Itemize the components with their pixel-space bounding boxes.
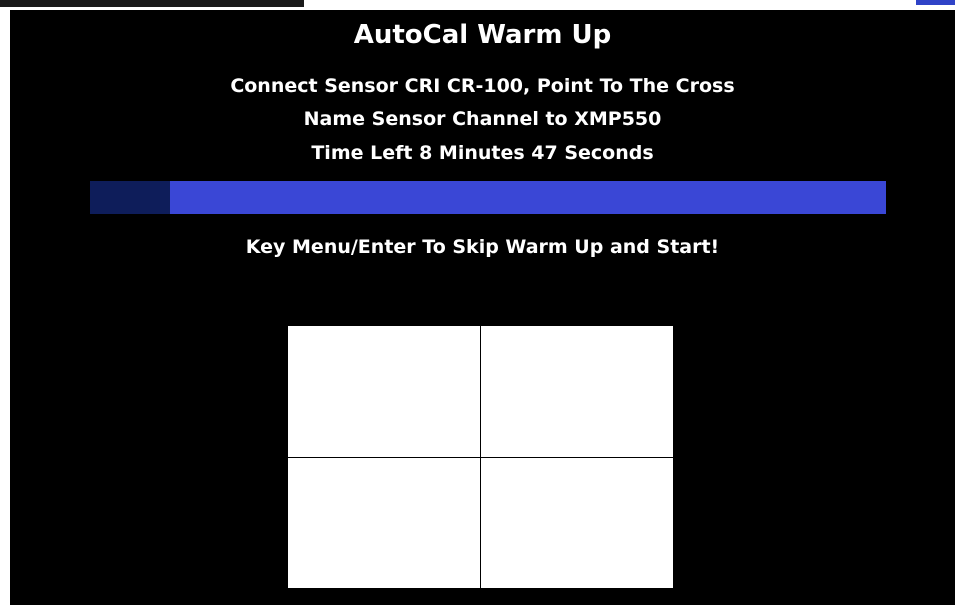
crosshair-target-icon	[288, 326, 673, 588]
autocal-screen: AutoCal Warm Up Connect Sensor CRI CR-10…	[10, 10, 955, 605]
skip-prompt: Key Menu/Enter To Skip Warm Up and Start…	[245, 236, 720, 258]
warmup-progress-fill	[90, 181, 170, 214]
top-right-blue-tab	[916, 0, 955, 5]
instruction-line-channel: Name Sensor Channel to XMP550	[303, 108, 662, 130]
instruction-line-connect: Connect Sensor CRI CR-100, Point To The …	[230, 75, 735, 97]
top-left-dark-tab	[0, 0, 304, 7]
warmup-progress-bar	[90, 181, 886, 214]
cross-horizontal-line	[288, 457, 673, 458]
time-left-text: Time Left 8 Minutes 47 Seconds	[311, 142, 654, 164]
page-title: AutoCal Warm Up	[353, 20, 612, 50]
